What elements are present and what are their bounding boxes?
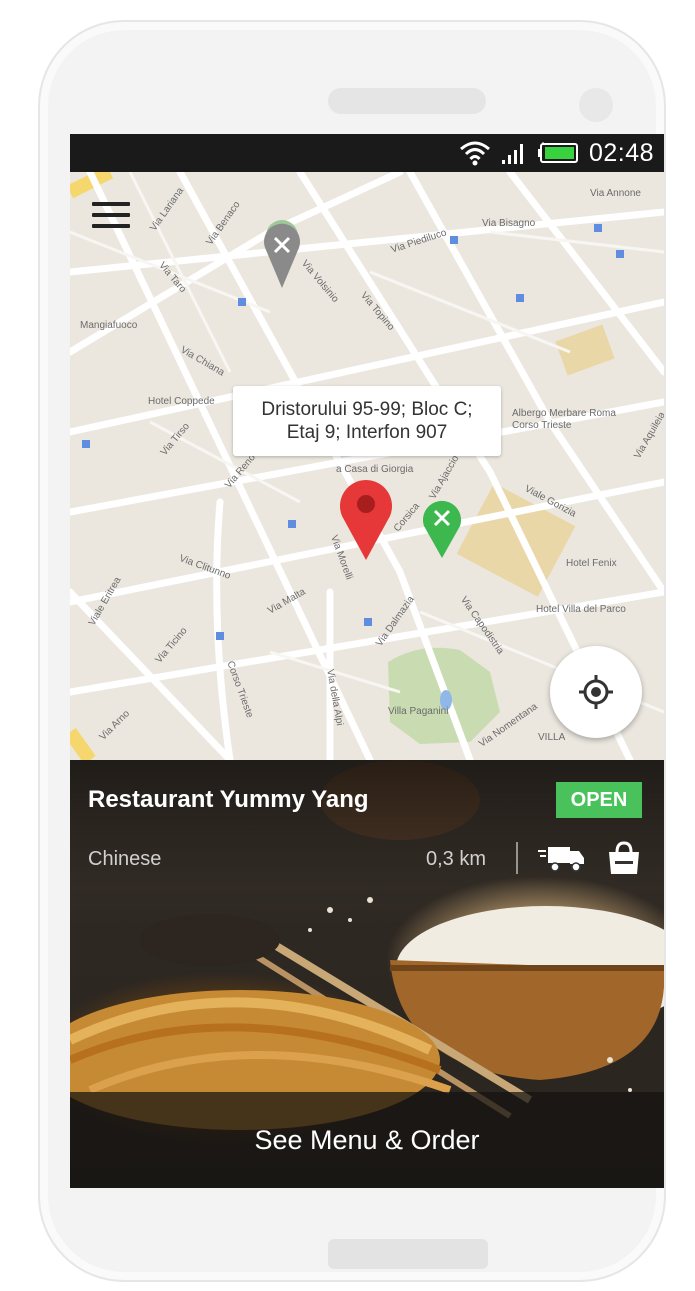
selected-location-pin[interactable]: [336, 474, 396, 564]
status-badge: OPEN: [556, 782, 642, 818]
status-bar: 02:48: [70, 134, 664, 172]
distance-label: 0,3 km: [426, 848, 487, 870]
shopping-bag-icon: [609, 841, 639, 874]
address-line-1: Dristorului 95-99; Bloc C;: [261, 399, 473, 420]
phone-speaker: [328, 88, 486, 114]
signal-icon: [501, 141, 527, 165]
map-street-label: Hotel Coppede: [148, 396, 215, 407]
restaurant-name: Restaurant Yummy Yang: [88, 786, 369, 813]
battery-icon: [537, 142, 579, 164]
restaurant-card[interactable]: Restaurant Yummy Yang OPEN Chinese 0,3 k…: [70, 760, 664, 1188]
delivery-truck-icon: [538, 847, 584, 872]
map-street-label: Via Bisagno: [482, 218, 536, 229]
restaurant-pin-grey[interactable]: [260, 216, 304, 292]
map-street-label: Via Annone: [590, 188, 641, 199]
app-screen: 02:48 Via Annone Via Bisagno Via Piedilu…: [70, 134, 664, 1188]
restaurant-pin-green[interactable]: [420, 496, 464, 562]
map-street-label: VILLA: [538, 732, 566, 743]
cuisine-label: Chinese: [88, 848, 162, 870]
status-time: 02:48: [588, 138, 654, 167]
wifi-icon: [459, 140, 491, 166]
see-menu-order-button[interactable]: See Menu & Order: [70, 1092, 664, 1188]
phone-camera: [579, 88, 613, 122]
address-tooltip[interactable]: Dristorului 95-99; Bloc C; Etaj 9; Inter…: [233, 386, 501, 456]
map-street-label: Albergo Merbare Roma Corso Trieste: [512, 408, 616, 431]
info-divider: [516, 842, 518, 874]
crosshair-icon: [579, 675, 613, 709]
phone-home-button[interactable]: [328, 1239, 488, 1269]
map-street-label: Hotel Fenix: [566, 558, 617, 569]
map-view[interactable]: Via Annone Via Bisagno Via Piediluco Via…: [70, 172, 664, 760]
menu-icon[interactable]: [92, 202, 130, 234]
map-street-label: Hotel Villa del Parco: [536, 604, 626, 615]
address-line-2: Etaj 9; Interfon 907: [286, 422, 448, 443]
my-location-button[interactable]: [550, 646, 642, 738]
map-street-label: Villa Paganini: [388, 706, 449, 717]
map-street-label: Mangiafuoco: [80, 320, 138, 331]
